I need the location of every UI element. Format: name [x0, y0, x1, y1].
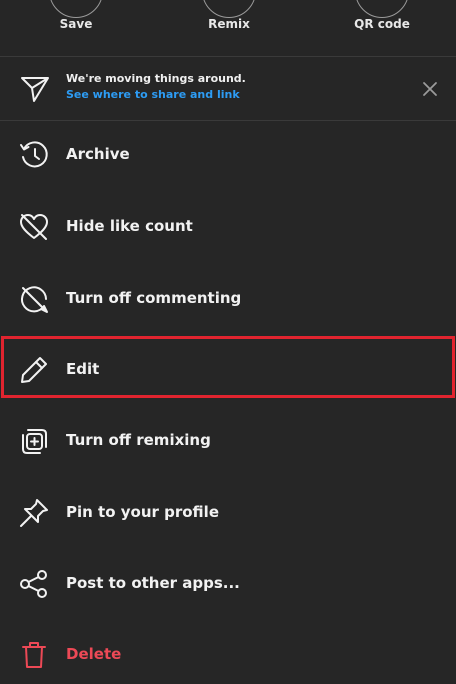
menu-item-label: Edit [66, 360, 100, 378]
menu-item-post-to-other-apps[interactable]: Post to other apps... [0, 553, 456, 613]
remix-icon [202, 0, 256, 18]
menu-item-archive[interactable]: Archive [0, 124, 456, 184]
menu-item-hide-like-count[interactable]: Hide like count [0, 196, 456, 256]
menu-item-delete[interactable]: Delete [0, 624, 456, 684]
bookmark-icon [49, 0, 103, 18]
remix-off-icon [18, 425, 50, 457]
trash-icon [18, 639, 50, 671]
pin-icon [18, 497, 50, 529]
save-label: Save [59, 17, 93, 31]
heart-off-icon [18, 211, 50, 243]
menu-item-edit[interactable]: Edit [0, 339, 456, 399]
qr-code-label: QR code [354, 17, 410, 31]
share-icon [18, 568, 50, 600]
notice-link[interactable]: See where to share and link [66, 88, 240, 101]
menu-item-label: Turn off remixing [66, 431, 211, 449]
top-actions: Save Remix QR code [0, 0, 456, 52]
remix-label: Remix [208, 17, 250, 31]
qr-code-icon [355, 0, 409, 18]
divider [0, 56, 456, 57]
pencil-icon [18, 354, 50, 386]
remix-action[interactable]: Remix [183, 0, 275, 52]
menu-item-label: Hide like count [66, 217, 193, 235]
paper-plane-icon [19, 72, 51, 104]
save-action[interactable]: Save [30, 0, 122, 52]
menu-item-label: Post to other apps... [66, 574, 240, 592]
menu-item-label: Turn off commenting [66, 289, 242, 307]
divider [0, 120, 456, 121]
menu-item-label: Archive [66, 145, 130, 163]
qr-code-action[interactable]: QR code [336, 0, 428, 52]
comment-off-icon [18, 283, 50, 315]
notice-title: We're moving things around. [66, 72, 246, 85]
menu-item-label: Delete [66, 645, 122, 663]
menu-item-turn-off-remixing[interactable]: Turn off remixing [0, 410, 456, 470]
menu-item-pin-to-profile[interactable]: Pin to your profile [0, 482, 456, 542]
menu-item-turn-off-commenting[interactable]: Turn off commenting [0, 268, 456, 328]
notice-banner: We're moving things around. See where to… [0, 60, 456, 116]
menu-item-label: Pin to your profile [66, 503, 219, 521]
close-icon[interactable] [420, 79, 440, 99]
archive-clock-icon [18, 139, 50, 171]
